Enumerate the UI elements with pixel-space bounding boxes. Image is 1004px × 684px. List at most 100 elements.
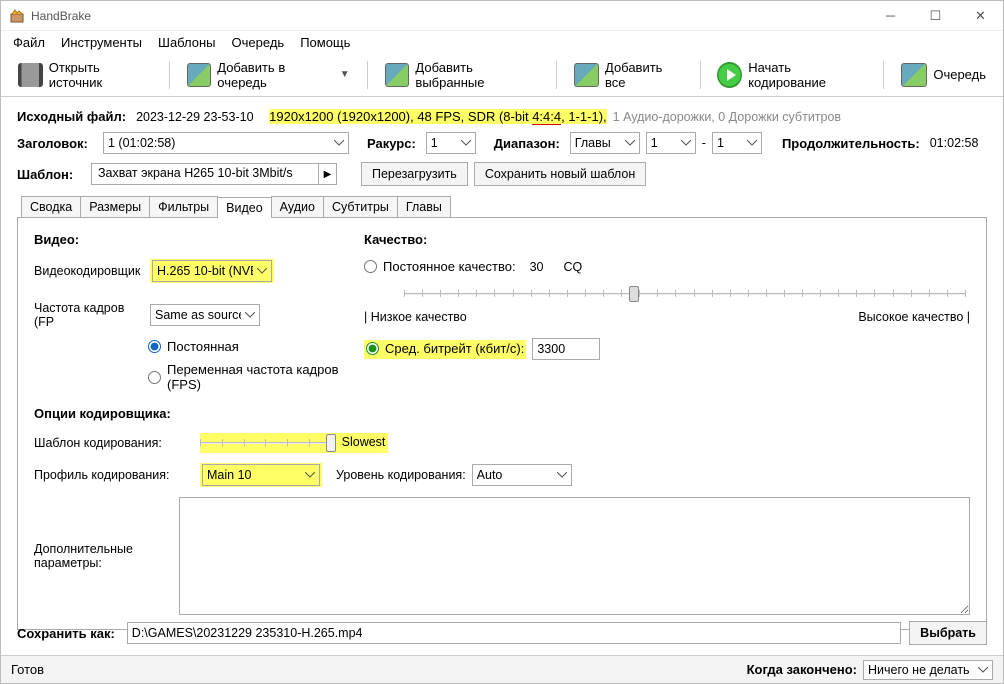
duration-value: 01:02:58: [930, 136, 979, 150]
quality-slider[interactable]: [404, 284, 966, 304]
add-selected-label: Добавить выбранные: [415, 60, 539, 90]
cfr-radio[interactable]: Постоянная: [148, 339, 239, 354]
when-done-label: Когда закончено:: [747, 662, 857, 677]
tab-audio[interactable]: Аудио: [271, 196, 324, 217]
preset-picker[interactable]: Захват экрана H265 10-bit 3Mbit/s ▶: [91, 163, 337, 185]
toolbar-separator: [700, 61, 701, 89]
add-to-queue-label: Добавить в очередь: [217, 60, 331, 90]
cq-label: Постоянное качество:: [383, 259, 516, 274]
start-encode-label: Начать кодирование: [748, 60, 866, 90]
cq-unit: CQ: [563, 260, 582, 274]
toolbar-separator: [169, 61, 170, 89]
title-bar: HandBrake ─ ☐ ✕: [1, 1, 1003, 31]
avg-bitrate-input[interactable]: [532, 338, 600, 360]
enc-level-select[interactable]: Auto: [472, 464, 572, 486]
status-bar: Готов Когда закончено: Ничего не делать: [1, 655, 1003, 683]
picture-add-icon: [187, 63, 212, 87]
play-icon: [717, 62, 742, 88]
preset-label: Шаблон:: [17, 167, 81, 182]
quality-heading: Качество:: [364, 232, 970, 247]
source-info-hl: 1920x1200 (1920x1200), 48 FPS, SDR (8-bi…: [269, 109, 606, 124]
menu-queue[interactable]: Очередь: [224, 33, 293, 52]
queue-label: Очередь: [933, 67, 986, 82]
queue-icon: [901, 63, 927, 87]
tab-strip: Сводка Размеры Фильтры Видео Аудио Субти…: [17, 196, 987, 218]
tab-dimensions[interactable]: Размеры: [80, 196, 150, 217]
extra-params-input[interactable]: [179, 497, 970, 615]
picture-add-icon: [574, 63, 599, 87]
cfr-label: Постоянная: [167, 339, 239, 354]
enc-level-label: Уровень кодирования:: [336, 468, 466, 482]
open-source-button[interactable]: Открыть источник: [9, 55, 161, 95]
low-quality-label: | Низкое качество: [364, 310, 467, 324]
menu-tools[interactable]: Инструменты: [53, 33, 150, 52]
add-all-label: Добавить все: [605, 60, 683, 90]
open-source-label: Открыть источник: [49, 60, 152, 90]
menu-file[interactable]: Файл: [5, 33, 53, 52]
add-selected-button[interactable]: Добавить выбранные: [376, 55, 549, 95]
toolbar-separator: [556, 61, 557, 89]
saveas-path-input[interactable]: [127, 622, 901, 644]
video-panel: Видео: Видеокодировщик H.265 10-bit (NVE…: [17, 218, 987, 630]
enc-profile-select[interactable]: Main 10: [202, 464, 320, 486]
toolbar-separator: [367, 61, 368, 89]
encoder-select[interactable]: H.265 10-bit (NVEr: [152, 260, 272, 282]
high-quality-label: Высокое качество |: [858, 310, 970, 324]
maximize-button[interactable]: ☐: [913, 1, 958, 31]
range-label: Диапазон:: [494, 136, 560, 151]
range-from-select[interactable]: 1: [646, 132, 696, 154]
film-icon: [18, 63, 43, 87]
menu-presets[interactable]: Шаблоны: [150, 33, 224, 52]
add-all-button[interactable]: Добавить все: [565, 55, 691, 95]
menu-bar: Файл Инструменты Шаблоны Очередь Помощь: [1, 31, 1003, 53]
fps-select[interactable]: Same as source: [150, 304, 260, 326]
status-text: Готов: [11, 662, 44, 677]
range-dash: -: [702, 136, 706, 150]
vfr-radio[interactable]: Переменная частота кадров (FPS): [148, 362, 344, 392]
when-done-select[interactable]: Ничего не делать: [863, 660, 993, 680]
toolbar-separator: [883, 61, 884, 89]
angle-select[interactable]: 1: [426, 132, 476, 154]
title-select[interactable]: 1 (01:02:58): [103, 132, 349, 154]
menu-help[interactable]: Помощь: [292, 33, 358, 52]
encoder-options-heading: Опции кодировщика:: [34, 406, 970, 421]
start-encode-button[interactable]: Начать кодирование: [708, 55, 875, 95]
cq-radio[interactable]: Постоянное качество:: [364, 259, 516, 274]
save-new-preset-button[interactable]: Сохранить новый шаблон: [474, 162, 646, 186]
video-heading: Видео:: [34, 232, 344, 247]
tab-subtitles[interactable]: Субтитры: [323, 196, 398, 217]
tab-summary[interactable]: Сводка: [21, 196, 81, 217]
minimize-button[interactable]: ─: [868, 1, 913, 31]
enc-preset-slider[interactable]: [200, 433, 332, 453]
range-to-select[interactable]: 1: [712, 132, 762, 154]
source-label: Исходный файл:: [17, 109, 126, 124]
queue-button[interactable]: Очередь: [892, 58, 995, 92]
enc-preset-label: Шаблон кодирования:: [34, 436, 194, 450]
range-type-select[interactable]: Главы: [570, 132, 640, 154]
source-name: 2023-12-29 23-53-10: [136, 110, 253, 124]
tab-chapters[interactable]: Главы: [397, 196, 451, 217]
add-to-queue-button[interactable]: Добавить в очередь ▼: [178, 55, 359, 95]
avg-bitrate-radio[interactable]: Сред. битрейт (кбит/c):: [366, 341, 524, 356]
tab-filters[interactable]: Фильтры: [149, 196, 218, 217]
preset-value: Захват экрана H265 10-bit 3Mbit/s: [92, 164, 318, 184]
extra-params-label: Дополнительные параметры:: [34, 542, 169, 570]
picture-add-icon: [385, 63, 410, 87]
cq-value: 30: [530, 260, 544, 274]
app-icon: [9, 8, 25, 24]
vfr-label: Переменная частота кадров (FPS): [167, 362, 344, 392]
toolbar: Открыть источник Добавить в очередь ▼ До…: [1, 53, 1003, 97]
avg-bitrate-label: Сред. битрейт (кбит/c):: [385, 341, 524, 356]
window-title: HandBrake: [31, 9, 868, 23]
close-button[interactable]: ✕: [958, 1, 1003, 31]
reload-preset-button[interactable]: Перезагрузить: [361, 162, 468, 186]
enc-profile-label: Профиль кодирования:: [34, 468, 194, 482]
encoder-label: Видеокодировщик: [34, 264, 144, 278]
chevron-right-icon: ▶: [318, 164, 336, 184]
browse-button[interactable]: Выбрать: [909, 621, 987, 645]
enc-preset-value: Slowest: [342, 435, 386, 449]
chevron-down-icon: ▼: [340, 69, 350, 80]
tab-video[interactable]: Видео: [217, 197, 272, 218]
source-tracks: 1 Аудио-дорожки, 0 Дорожки субтитров: [613, 110, 841, 124]
saveas-label: Сохранить как:: [17, 626, 115, 641]
